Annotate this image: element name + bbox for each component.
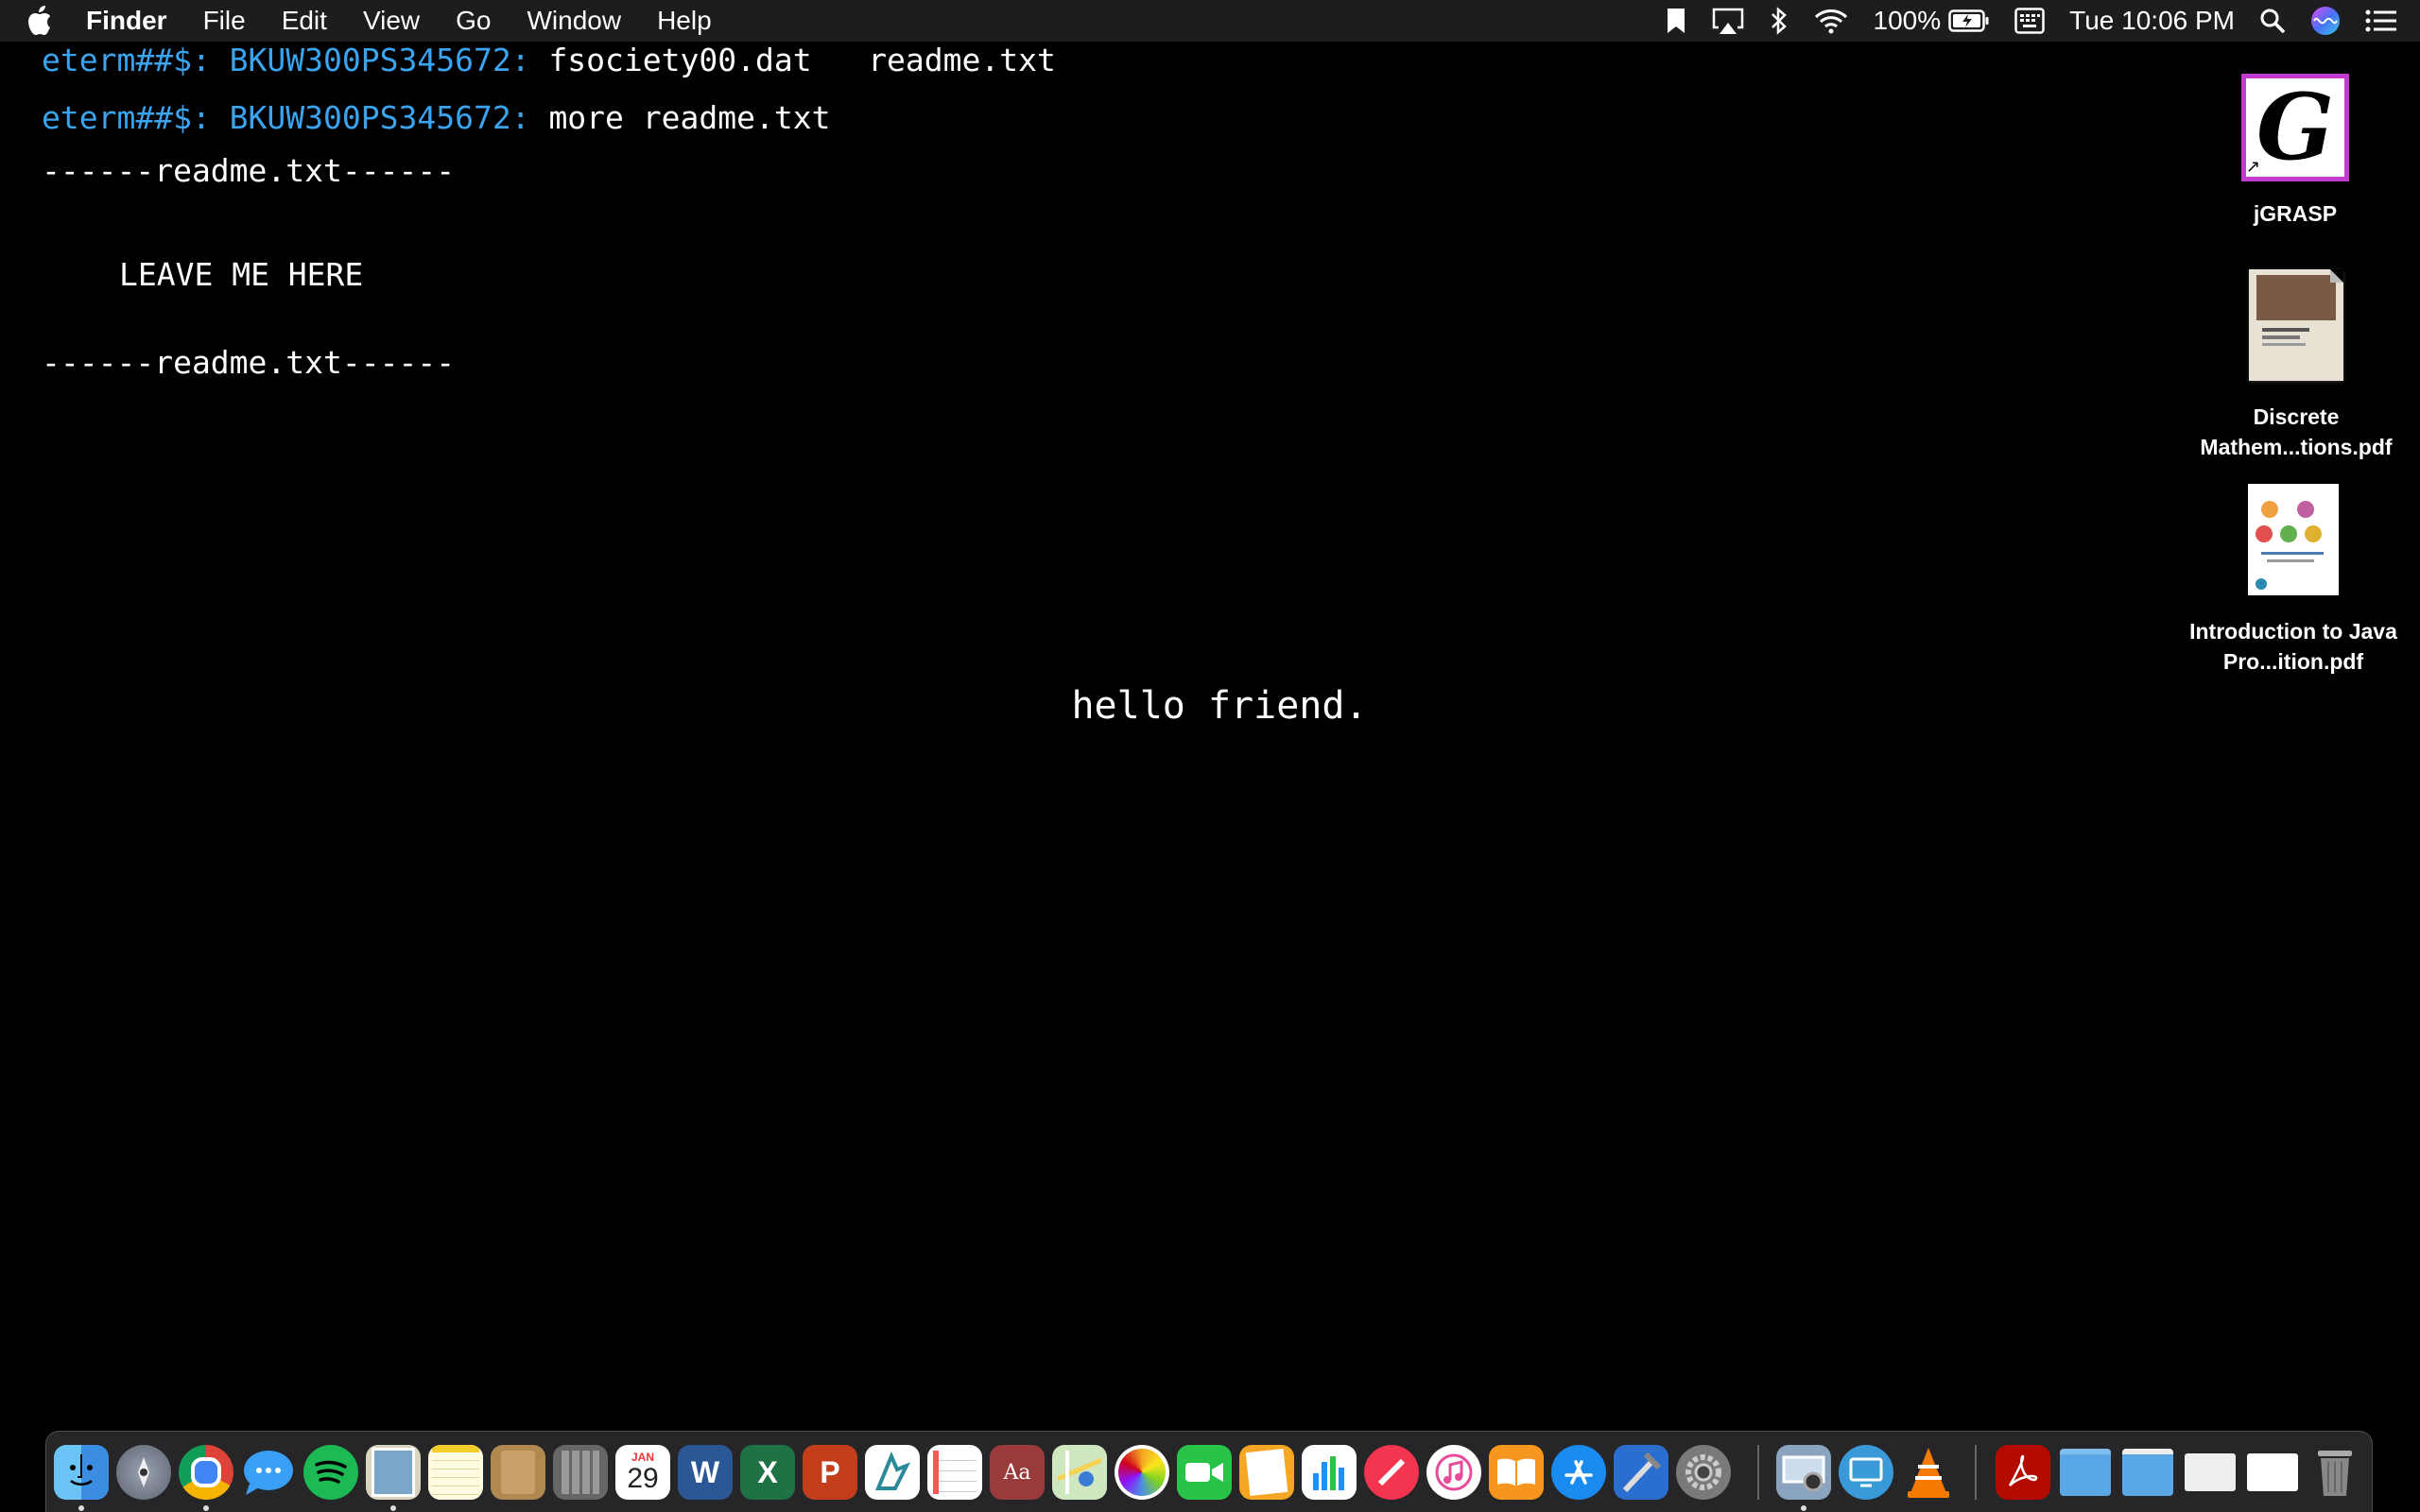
- spotlight-icon[interactable]: [2259, 0, 2286, 42]
- siri-icon[interactable]: [2310, 0, 2341, 42]
- desktop-icon-jgrasp[interactable]: G ↗ jGRASP: [2182, 74, 2409, 229]
- dock-screen-sharing[interactable]: [1839, 1445, 1893, 1500]
- airplay-icon[interactable]: [1711, 0, 1745, 42]
- calendar-day: 29: [627, 1463, 659, 1494]
- dock-notes[interactable]: [428, 1445, 483, 1500]
- menu-view[interactable]: View: [345, 0, 438, 42]
- menu-window[interactable]: Window: [509, 0, 639, 42]
- dock-powerpoint[interactable]: P: [803, 1445, 857, 1500]
- desktop-icon-intro-java-pdf[interactable]: Introduction to Java Pro...ition.pdf: [2180, 484, 2407, 677]
- bluetooth-icon[interactable]: [1770, 0, 1789, 42]
- terminal-command: fsociety00.dat readme.txt: [548, 42, 1056, 78]
- dock-contacts[interactable]: [491, 1445, 545, 1500]
- battery-percent: 100%: [1873, 6, 1942, 35]
- running-indicator: [78, 1505, 84, 1511]
- pdf-document-icon[interactable]: [2249, 269, 2343, 381]
- menu-file[interactable]: File: [185, 0, 264, 42]
- dock-finder[interactable]: [54, 1445, 109, 1500]
- menu-go[interactable]: Go: [438, 0, 509, 42]
- dock-recent-file[interactable]: [2245, 1445, 2300, 1500]
- alias-arrow-icon: ↗: [2246, 157, 2261, 177]
- dock-dictionary[interactable]: Aa: [990, 1445, 1045, 1500]
- menu-bar: Finder File Edit View Go Window Help 100…: [0, 0, 2420, 42]
- terminal-prompt: eterm##$: BKUW300PS345672:: [42, 42, 530, 78]
- dock-image-capture[interactable]: [1776, 1445, 1831, 1500]
- readme-header: ------readme.txt------: [42, 152, 456, 189]
- dock-pages[interactable]: [1239, 1445, 1294, 1500]
- notification-center-icon[interactable]: [2365, 0, 2397, 42]
- dock-preview[interactable]: [366, 1445, 421, 1500]
- dock-calculator[interactable]: [553, 1445, 608, 1500]
- readme-footer: ------readme.txt------: [42, 344, 456, 381]
- desktop-icon-label: Discrete Mathem...tions.pdf: [2200, 404, 2393, 459]
- terminal-line: eterm##$: BKUW300PS345672: more readme.t…: [42, 99, 830, 137]
- wifi-icon[interactable]: [1813, 0, 1849, 42]
- jgrasp-icon[interactable]: G ↗: [2241, 74, 2349, 181]
- readme-message: LEAVE ME HERE: [119, 256, 364, 293]
- terminal-command: more readme.txt: [548, 99, 831, 136]
- dock-trash[interactable]: [2308, 1445, 2362, 1500]
- terminal-prompt: eterm##$: BKUW300PS345672:: [42, 99, 530, 136]
- dock-applications-folder[interactable]: [2058, 1445, 2113, 1500]
- menu-help[interactable]: Help: [639, 0, 730, 42]
- desktop-icon-discrete-math-pdf[interactable]: Discrete Mathem...tions.pdf: [2183, 269, 2410, 462]
- dock-acrobat-reader[interactable]: [1996, 1445, 2050, 1500]
- dock-ibooks[interactable]: [1489, 1445, 1544, 1500]
- dock-separator: [1757, 1445, 1759, 1500]
- dock-reminders[interactable]: [927, 1445, 982, 1500]
- dock-chrome[interactable]: [179, 1445, 233, 1500]
- dock-system-preferences[interactable]: [1676, 1445, 1731, 1500]
- clock[interactable]: Tue 10:06 PM: [2069, 6, 2235, 36]
- dock-vlc[interactable]: [1901, 1445, 1956, 1500]
- dock-separator: [1975, 1445, 1977, 1500]
- dock-photos[interactable]: [1115, 1445, 1169, 1500]
- hello-friend-text: hello friend.: [1071, 684, 1368, 728]
- calendar-month: JAN: [631, 1451, 654, 1464]
- dock-itunes[interactable]: [1426, 1445, 1481, 1500]
- dock-launchpad[interactable]: [116, 1445, 171, 1500]
- bookmark-icon[interactable]: [1666, 0, 1686, 42]
- running-indicator: [1801, 1505, 1806, 1511]
- dock-messages[interactable]: [241, 1445, 296, 1500]
- input-source-icon[interactable]: [2014, 0, 2045, 42]
- dock-numbers[interactable]: [1302, 1445, 1357, 1500]
- dock-jgrasp[interactable]: [865, 1445, 920, 1500]
- dock-app-store[interactable]: [1551, 1445, 1606, 1500]
- dock-downloads-stack[interactable]: [2183, 1445, 2238, 1500]
- dock: JAN 29 W X P Aa: [45, 1431, 2373, 1512]
- dock-word[interactable]: W: [678, 1445, 733, 1500]
- pdf-document-icon[interactable]: [2248, 484, 2339, 595]
- running-indicator: [390, 1505, 396, 1511]
- menu-finder[interactable]: Finder: [68, 0, 185, 42]
- dock-maps[interactable]: [1052, 1445, 1107, 1500]
- dock-documents-folder[interactable]: [2120, 1445, 2175, 1500]
- dock-news[interactable]: [1364, 1445, 1419, 1500]
- dock-facetime[interactable]: [1177, 1445, 1232, 1500]
- battery-charging-icon[interactable]: [1948, 0, 1990, 42]
- desktop-icon-label: jGRASP: [2253, 201, 2338, 226]
- desktop-icon-label: Introduction to Java Pro...ition.pdf: [2189, 619, 2397, 674]
- dock-spotify[interactable]: [303, 1445, 358, 1500]
- apple-icon[interactable]: [23, 0, 55, 42]
- running-indicator: [203, 1505, 209, 1511]
- dock-excel[interactable]: X: [740, 1445, 795, 1500]
- terminal-line: eterm##$: BKUW300PS345672: fsociety00.da…: [42, 42, 1056, 79]
- dock-xcode[interactable]: [1614, 1445, 1668, 1500]
- menu-edit[interactable]: Edit: [264, 0, 345, 42]
- dock-calendar[interactable]: JAN 29: [615, 1445, 670, 1500]
